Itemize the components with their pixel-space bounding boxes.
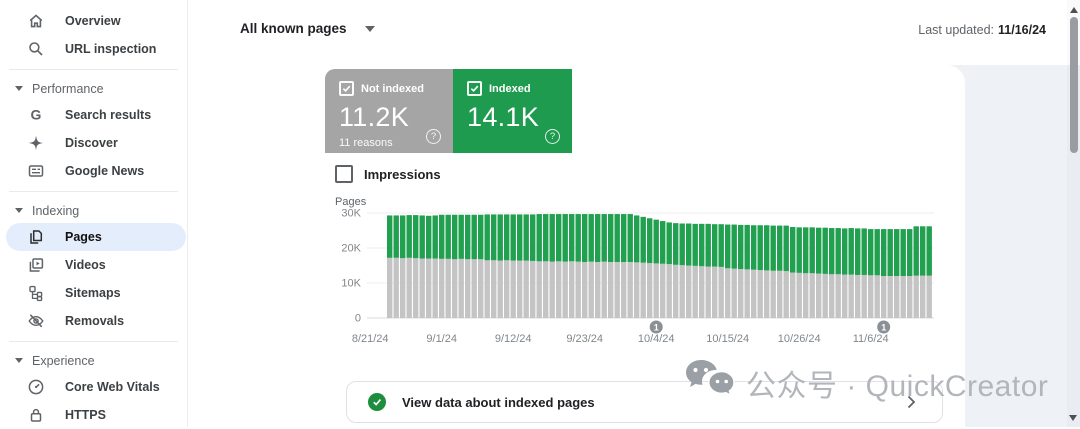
check-icon bbox=[342, 84, 351, 93]
sidebar-item-label: Removals bbox=[65, 314, 124, 328]
svg-text:1: 1 bbox=[654, 322, 659, 332]
scrollbar-thumb[interactable] bbox=[1070, 17, 1078, 153]
svg-text:9/12/24: 9/12/24 bbox=[495, 333, 532, 345]
svg-text:Pages: Pages bbox=[335, 196, 367, 208]
sidebar-section-performance[interactable]: Performance bbox=[0, 76, 187, 101]
svg-text:20K: 20K bbox=[341, 243, 361, 255]
svg-text:30K: 30K bbox=[341, 208, 361, 220]
news-icon bbox=[27, 162, 45, 180]
home-icon bbox=[27, 12, 45, 30]
svg-text:8/21/24: 8/21/24 bbox=[352, 333, 389, 345]
help-icon[interactable] bbox=[545, 129, 560, 144]
indexed-value: 14.1K bbox=[467, 102, 572, 133]
lock-icon bbox=[27, 406, 45, 424]
sidebar: Overview URL inspection Performance G Search… bbox=[0, 0, 188, 427]
sidebar-item-sitemaps[interactable]: Sitemaps bbox=[0, 279, 187, 307]
sidebar-divider bbox=[9, 341, 178, 342]
svg-text:1: 1 bbox=[881, 322, 886, 332]
sidebar-item-label: Videos bbox=[65, 258, 106, 272]
gauge-icon bbox=[27, 378, 45, 396]
indexing-chart-svg: Pages30K 20K 10K 0 8/21/24 9/1/24 9/12/24 9/23/… bbox=[333, 196, 958, 356]
indexed-label: Indexed bbox=[489, 83, 531, 95]
svg-text:9/1/24: 9/1/24 bbox=[426, 333, 457, 345]
not-indexed-value: 11.2K bbox=[339, 102, 453, 133]
sidebar-item-url-inspection[interactable]: URL inspection bbox=[0, 35, 187, 63]
sparkle-icon bbox=[27, 134, 45, 152]
view-data-link[interactable]: View data about indexed pages bbox=[346, 381, 943, 423]
page-filter-dropdown[interactable]: All known pages bbox=[240, 21, 375, 36]
chevron-right-icon[interactable] bbox=[907, 395, 916, 409]
indexed-card[interactable]: Indexed 14.1K bbox=[453, 69, 572, 153]
help-icon[interactable] bbox=[426, 129, 441, 144]
top-bar: All known pages Last updated: 11/16/24 bbox=[188, 0, 1080, 65]
check-circle-icon bbox=[368, 393, 386, 411]
sidebar-item-core-web-vitals[interactable]: Core Web Vitals bbox=[0, 373, 187, 401]
sidebar-item-label: Overview bbox=[65, 14, 121, 28]
last-updated-value: 11/16/24 bbox=[998, 23, 1046, 37]
sidebar-divider bbox=[9, 191, 178, 192]
section-label: Experience bbox=[32, 354, 95, 368]
section-label: Performance bbox=[32, 82, 104, 96]
sidebar-item-https[interactable]: HTTPS bbox=[0, 401, 187, 429]
sidebar-item-label: Core Web Vitals bbox=[65, 380, 160, 394]
sidebar-item-label: Google News bbox=[65, 164, 144, 178]
main-panel: Not indexed 11.2K 11 reasons Indexed 14.… bbox=[188, 65, 965, 427]
check-icon bbox=[470, 84, 479, 93]
view-data-label: View data about indexed pages bbox=[402, 395, 595, 410]
svg-text:11/6/24: 11/6/24 bbox=[853, 333, 889, 345]
svg-text:0: 0 bbox=[355, 313, 361, 325]
sidebar-item-label: Sitemaps bbox=[65, 286, 121, 300]
pages-icon bbox=[27, 228, 45, 246]
sidebar-item-google-news[interactable]: Google News bbox=[0, 157, 187, 185]
impressions-checkbox[interactable] bbox=[335, 165, 353, 183]
scroll-down-arrow-icon[interactable] bbox=[1069, 415, 1077, 421]
sidebar-item-search-results[interactable]: G Search results bbox=[0, 101, 187, 129]
sidebar-item-discover[interactable]: Discover bbox=[0, 129, 187, 157]
sitemaps-icon bbox=[27, 284, 45, 302]
not-indexed-label: Not indexed bbox=[361, 83, 424, 95]
sidebar-item-overview[interactable]: Overview bbox=[0, 7, 187, 35]
sidebar-section-experience[interactable]: Experience bbox=[0, 348, 187, 373]
sidebar-item-label: URL inspection bbox=[65, 42, 156, 56]
sidebar-item-videos[interactable]: Videos bbox=[0, 251, 187, 279]
last-updated-label: Last updated: bbox=[918, 23, 994, 37]
sidebar-item-label: HTTPS bbox=[65, 408, 106, 422]
not-indexed-checkbox[interactable] bbox=[339, 81, 354, 96]
google-g-icon: G bbox=[27, 106, 45, 124]
impressions-toggle[interactable]: Impressions bbox=[335, 165, 441, 183]
svg-text:G: G bbox=[31, 107, 42, 123]
sidebar-divider bbox=[9, 69, 178, 70]
sidebar-item-label: Discover bbox=[65, 136, 118, 150]
last-updated: Last updated: 11/16/24 bbox=[918, 23, 1046, 37]
sidebar-item-label: Search results bbox=[65, 108, 151, 122]
collapse-caret-icon bbox=[15, 86, 23, 91]
not-indexed-card[interactable]: Not indexed 11.2K 11 reasons bbox=[325, 69, 453, 153]
svg-text:10/4/24: 10/4/24 bbox=[638, 333, 675, 345]
svg-text:10/15/24: 10/15/24 bbox=[706, 333, 749, 345]
collapse-caret-icon bbox=[15, 208, 23, 213]
chevron-down-icon bbox=[365, 26, 375, 32]
removals-icon bbox=[27, 312, 45, 330]
sidebar-item-pages[interactable]: Pages bbox=[6, 223, 186, 251]
sidebar-item-removals[interactable]: Removals bbox=[0, 307, 187, 335]
indexed-checkbox[interactable] bbox=[467, 81, 482, 96]
page-filter-value: All known pages bbox=[240, 21, 347, 36]
svg-text:10/26/24: 10/26/24 bbox=[778, 333, 821, 345]
sidebar-section-indexing[interactable]: Indexing bbox=[0, 198, 187, 223]
scroll-up-arrow-icon[interactable] bbox=[1070, 7, 1078, 13]
videos-icon bbox=[27, 256, 45, 274]
pages-chart: Pages30K 20K 10K 0 8/21/24 9/1/24 9/12/24 9/23/… bbox=[333, 196, 958, 356]
vertical-scrollbar[interactable] bbox=[1067, 0, 1080, 427]
impressions-label: Impressions bbox=[364, 167, 441, 182]
svg-text:9/23/24: 9/23/24 bbox=[566, 333, 603, 345]
collapse-caret-icon bbox=[15, 358, 23, 363]
section-label: Indexing bbox=[32, 204, 79, 218]
svg-text:10K: 10K bbox=[341, 278, 361, 290]
summary-cards: Not indexed 11.2K 11 reasons Indexed 14.… bbox=[325, 69, 572, 153]
sidebar-item-label: Pages bbox=[65, 230, 102, 244]
search-icon bbox=[27, 40, 45, 58]
